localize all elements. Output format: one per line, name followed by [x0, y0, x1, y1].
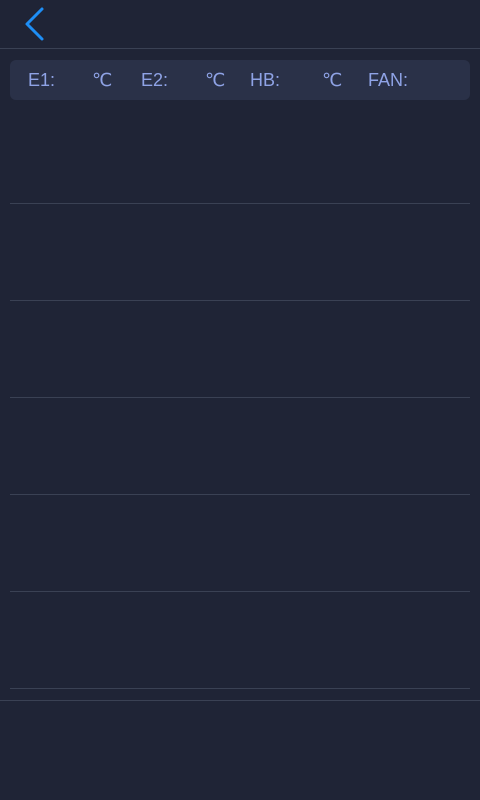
back-button[interactable] — [20, 6, 50, 42]
e2-unit: ℃ — [205, 70, 226, 90]
temperature-status-bar: E1: ℃ E2: ℃ HB: ℃ FAN: — [10, 60, 470, 100]
list-item[interactable] — [10, 592, 470, 689]
e1-label: E1: — [28, 70, 56, 90]
list-item[interactable] — [10, 204, 470, 301]
list-item[interactable] — [10, 495, 470, 592]
e1-unit: ℃ — [92, 70, 113, 90]
bottom-bar — [0, 700, 480, 800]
list-item[interactable] — [10, 301, 470, 398]
hb-label: HB: — [250, 70, 281, 90]
hb-unit: ℃ — [322, 70, 343, 90]
top-bar — [0, 0, 480, 49]
e2-label: E2: — [141, 70, 169, 90]
list-item[interactable] — [10, 107, 470, 204]
fan-label: FAN: — [368, 70, 409, 90]
item-list — [10, 107, 470, 689]
chevron-left-icon — [25, 7, 44, 41]
screen: E1: ℃ E2: ℃ HB: ℃ FAN: — [0, 0, 480, 800]
list-item[interactable] — [10, 398, 470, 495]
